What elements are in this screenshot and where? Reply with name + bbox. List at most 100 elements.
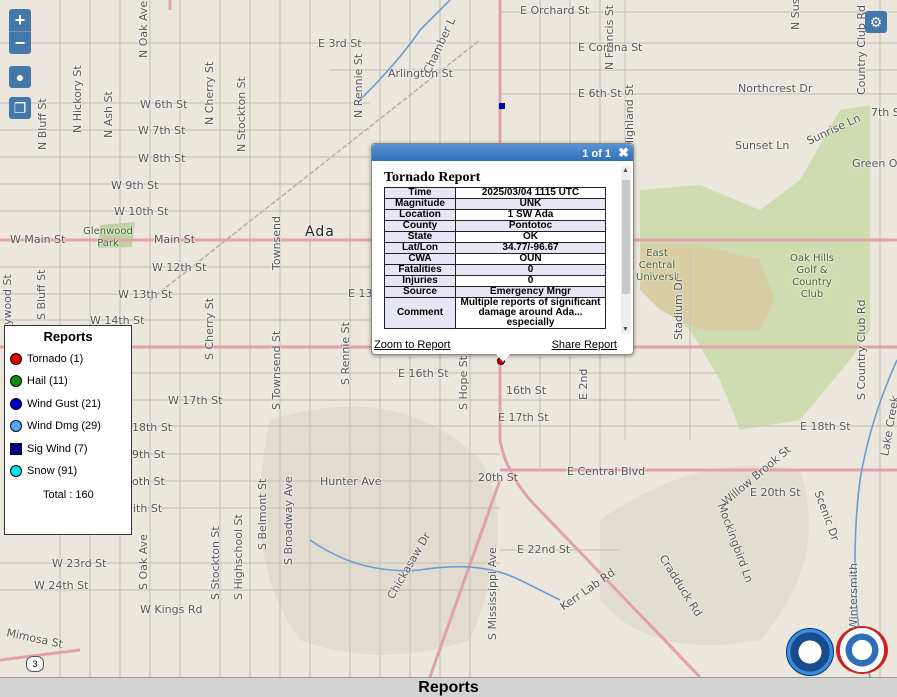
report-row: Fatalities 0 — [384, 264, 606, 276]
sig-wind-symbol — [10, 443, 22, 455]
report-field-name: County — [384, 220, 456, 232]
street-label: S Bluff St — [35, 269, 48, 320]
street-label: ith St — [133, 502, 163, 515]
park-label: Glenwood Park — [83, 226, 133, 249]
street-label: S Rennie St — [339, 322, 352, 385]
scroll-thumb[interactable] — [622, 180, 630, 294]
popup-counter: 1 of 1 — [582, 148, 612, 160]
report-row: Time 2025/03/04 1115 UTC — [384, 187, 606, 199]
street-label: Northcrest Dr — [738, 82, 813, 95]
street-label: Main St — [154, 233, 196, 246]
settings-button[interactable]: ⚙ — [865, 11, 887, 33]
street-label: W 24th St — [34, 579, 89, 592]
report-field-name: Comment — [384, 297, 456, 329]
street-label: 9th St — [132, 448, 166, 461]
report-field-name: Fatalities — [384, 264, 456, 276]
street-label: N Cherry St — [203, 61, 216, 125]
report-field-name: Injuries — [384, 275, 456, 287]
snow-symbol — [10, 465, 22, 477]
street-label: oth St — [132, 475, 165, 488]
street-label: S Cherry St — [203, 297, 216, 360]
report-row: Location 1 SW Ada — [384, 209, 606, 221]
street-label: E 6th St — [578, 87, 622, 100]
street-label: 18th St — [132, 421, 173, 434]
legend-item-label: Snow (91) — [27, 465, 78, 477]
street-label: W 8th St — [138, 152, 186, 165]
street-label: S Belmont St — [256, 478, 269, 550]
street-label: S Country Club Rd — [855, 299, 868, 401]
street-label: E Central Blvd — [567, 465, 646, 478]
nws-logo — [836, 626, 888, 674]
street-label: W 9th St — [111, 179, 159, 192]
globe-icon: ● — [15, 69, 25, 85]
street-label: W Kings Rd — [140, 603, 203, 616]
scroll-up-icon[interactable]: ▲ — [622, 167, 629, 174]
park-label: East Central University — [636, 248, 678, 283]
scroll-down-icon[interactable]: ▼ — [622, 326, 629, 333]
close-icon[interactable]: ✖ — [618, 144, 629, 161]
street-label: Green Oa — [852, 157, 897, 170]
report-field-value: Emergency Mngr — [455, 286, 606, 298]
report-field-name: State — [384, 231, 456, 243]
report-field-name: Location — [384, 209, 456, 221]
popup-scrollbar[interactable]: ▲ ▼ — [621, 166, 631, 334]
zoom-in-button[interactable]: + — [9, 9, 31, 31]
basemap-button[interactable]: ● — [9, 66, 31, 88]
park-label: Oak Hills Golf & Country Club — [789, 253, 835, 300]
street-label: Sunset Ln — [735, 139, 790, 152]
report-row: Injuries 0 — [384, 275, 606, 287]
street-label: E 20th St — [750, 486, 801, 499]
report-field-value: Pontotoc — [455, 220, 606, 232]
legend-item-label: Wind Dmg (29) — [27, 420, 101, 432]
street-label: S Townsend St — [270, 330, 283, 410]
street-label: E Orchard St — [520, 4, 590, 17]
street-label: Wintersmith — [847, 562, 860, 630]
street-label: E 3rd St — [318, 37, 362, 50]
share-report-link[interactable]: Share Report — [552, 339, 617, 351]
report-row: Lat/Lon 34.77/-96.67 — [384, 242, 606, 254]
legend-total: Total : 160 — [43, 489, 94, 501]
wind-dmg-symbol — [10, 420, 22, 432]
city-label: Ada — [305, 224, 335, 240]
street-label: N Ash St — [102, 91, 115, 138]
report-row: Magnitude UNK — [384, 198, 606, 210]
popup-content[interactable]: Tornado Report Time 2025/03/04 1115 UTC Ma… — [384, 170, 618, 335]
report-row: CWA OUN — [384, 253, 606, 265]
street-label: S Mississippi Ave — [486, 547, 499, 640]
layers-button[interactable]: ❐ — [9, 97, 31, 119]
report-table: Time 2025/03/04 1115 UTC Magnitude UNK Locat… — [384, 187, 606, 329]
legend-item-tornado: Tornado (1) — [10, 353, 83, 365]
street-label: W 6th St — [140, 98, 188, 111]
street-label: W 7th St — [138, 124, 186, 137]
street-label: E 13 — [348, 287, 373, 300]
street-label: Stadium Dr — [672, 277, 685, 340]
highway-shield: 3 — [26, 656, 44, 672]
legend-title: Reports — [43, 329, 93, 344]
popup-pointer — [496, 354, 510, 362]
report-row: Source Emergency Mngr — [384, 286, 606, 298]
report-popup: 1 of 1 ✖ Tornado Report Time 2025/03/04 1… — [371, 143, 634, 362]
street-label: W 10th St — [114, 205, 169, 218]
tornado-symbol — [10, 353, 22, 365]
street-label: W 17th St — [168, 394, 223, 407]
street-label: N Bluff St — [36, 98, 49, 150]
sig-wind-marker[interactable] — [499, 103, 505, 109]
zoom-to-report-link[interactable]: Zoom to Report — [374, 339, 450, 351]
report-title: Tornado Report — [384, 170, 481, 185]
report-field-value: Multiple reports of significant damage a… — [455, 297, 606, 329]
street-label: S Broadway Ave — [282, 476, 295, 565]
street-label: S Oak Ave — [137, 534, 150, 590]
street-label: W Main St — [10, 233, 66, 246]
street-label: 7th St — [871, 106, 897, 119]
legend-item-label: Hail (11) — [27, 375, 68, 387]
popup-links: Zoom to Report Share Report — [374, 339, 617, 351]
layers-icon: ❐ — [13, 100, 27, 116]
street-label: 20th St — [478, 471, 519, 484]
footer-title: Reports — [0, 677, 897, 697]
report-row: Comment Multiple reports of significant d… — [384, 297, 606, 329]
street-label: S Highschool St — [232, 514, 245, 600]
zoom-out-button[interactable]: − — [9, 31, 31, 54]
street-label: N Hickory St — [71, 65, 84, 133]
wind-gust-symbol — [10, 398, 22, 410]
legend-item-hail: Hail (11) — [10, 375, 68, 387]
